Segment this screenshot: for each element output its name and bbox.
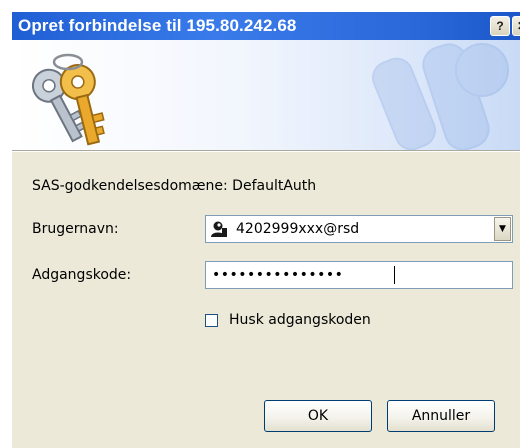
password-label: Adgangskode: — [32, 267, 132, 283]
banner-art — [31, 43, 509, 150]
help-button[interactable]: ? — [490, 16, 510, 36]
chevron-down-icon: ▼ — [499, 224, 506, 234]
user-icon — [210, 220, 228, 238]
password-field[interactable] — [205, 261, 513, 289]
window-title: Opret forbindelse til 195.80.242.68 — [18, 16, 297, 35]
text-caret — [394, 266, 395, 284]
keys-icon — [31, 53, 105, 146]
keys-watermark-icon — [372, 43, 509, 150]
banner-divider — [12, 150, 520, 152]
cancel-button[interactable]: Annuller — [387, 400, 495, 432]
username-combobox[interactable]: 4202999xxx@rsd ▼ — [205, 215, 513, 243]
remember-password-label[interactable]: Husk adgangskoden — [229, 311, 371, 329]
remember-password-checkbox[interactable] — [205, 314, 218, 327]
username-dropdown-button[interactable]: ▼ — [494, 217, 511, 241]
close-button[interactable]: ✕ — [512, 16, 520, 36]
username-value: 4202999xxx@rsd — [236, 221, 360, 237]
dialog-banner — [12, 40, 520, 150]
username-label: Brugernavn: — [32, 221, 119, 237]
login-dialog: Opret forbindelse til 195.80.242.68 ? ✕ — [12, 12, 520, 448]
title-bar[interactable]: Opret forbindelse til 195.80.242.68 ? ✕ — [12, 12, 520, 40]
auth-domain-text: SAS-godkendelsesdomæne: DefaultAuth — [32, 178, 317, 194]
ok-button[interactable]: OK — [264, 400, 372, 432]
